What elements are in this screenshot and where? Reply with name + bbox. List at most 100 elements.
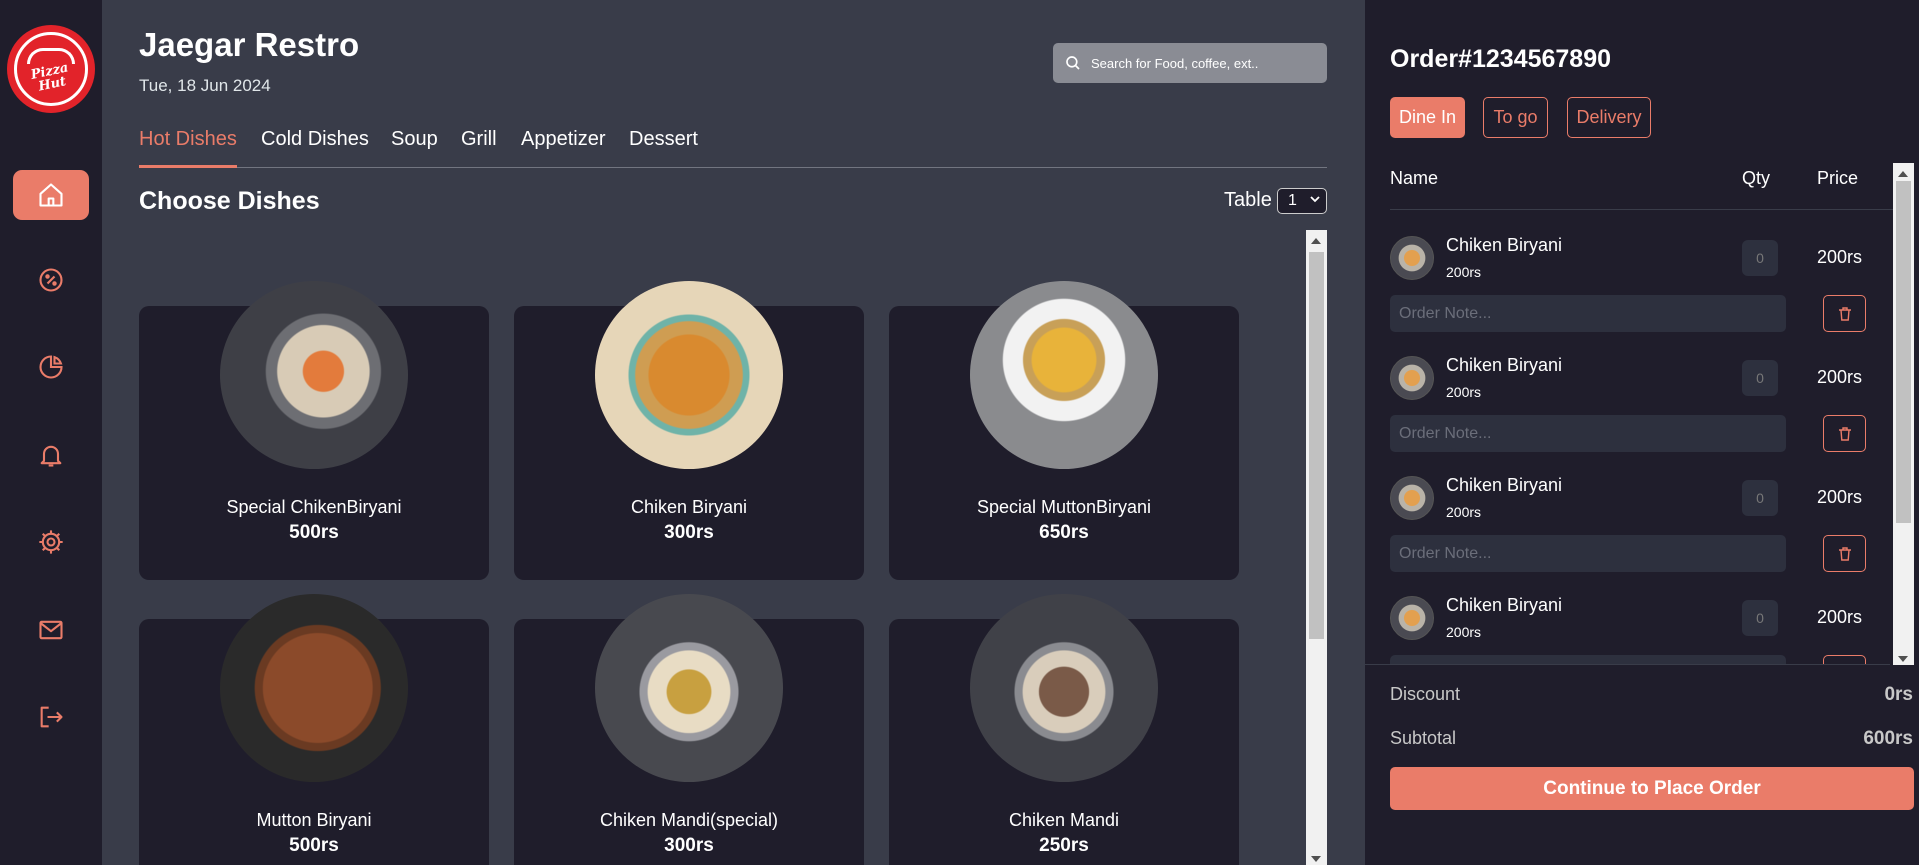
delete-item-button[interactable] [1823, 535, 1866, 572]
tab-grill[interactable]: Grill [461, 128, 497, 166]
to-go-button[interactable]: To go [1483, 97, 1548, 138]
item-total: 200rs [1817, 607, 1863, 627]
dish-price: 300rs [664, 522, 714, 543]
quantity-field[interactable]: 0 [1742, 240, 1778, 276]
delivery-button[interactable]: Delivery [1567, 97, 1651, 138]
mail-icon [39, 620, 63, 640]
tab-hot-dishes[interactable]: Hot Dishes [139, 128, 237, 168]
dish-price: 300rs [664, 835, 714, 856]
order-note-input[interactable] [1390, 655, 1786, 664]
quantity-field[interactable]: 0 [1742, 480, 1778, 516]
sidebar: Pizza Hut [0, 0, 102, 865]
nav-messages[interactable] [13, 605, 89, 655]
logo-ring: Pizza Hut [14, 32, 88, 106]
discount-icon [39, 268, 63, 292]
dish-card[interactable]: Chiken Mandi(special) 300rs [514, 594, 864, 865]
delete-item-button[interactable] [1823, 295, 1866, 332]
search-input[interactable] [1091, 55, 1311, 71]
order-title: Order#1234567890 [1390, 45, 1612, 73]
dish-image [970, 281, 1158, 469]
item-thumbnail [1390, 596, 1434, 640]
category-tabs: Hot Dishes Cold Dishes Soup Grill Appeti… [139, 128, 1327, 168]
order-note-input[interactable] [1390, 295, 1786, 332]
logout-icon [40, 706, 63, 728]
scroll-up-icon[interactable] [1311, 238, 1321, 244]
discount-value: 0rs [1884, 684, 1913, 705]
quantity-field[interactable]: 0 [1742, 600, 1778, 636]
order-scrollbar[interactable] [1893, 163, 1914, 665]
quantity-field[interactable]: 0 [1742, 360, 1778, 396]
delete-item-button[interactable] [1823, 415, 1866, 452]
search-box[interactable] [1053, 43, 1327, 83]
scroll-down-icon[interactable] [1311, 856, 1321, 862]
order-item: Chiken Biryani 200rs 0 200rs [1390, 340, 1895, 460]
subtotal-label: Subtotal [1390, 728, 1457, 748]
page-title: Jaegar Restro [139, 26, 360, 63]
order-note-input[interactable] [1390, 535, 1786, 572]
table-label: Table [1224, 189, 1272, 211]
gear-icon [39, 530, 63, 554]
table-value: 1 [1288, 192, 1297, 209]
tab-appetizer[interactable]: Appetizer [521, 128, 606, 166]
delete-item-button[interactable] [1823, 655, 1866, 664]
trash-icon [1838, 426, 1851, 441]
item-unit-price: 200rs [1446, 384, 1482, 400]
dish-name: Chiken Mandi [1008, 810, 1120, 830]
dish-price: 650rs [1039, 522, 1089, 543]
dine-in-button[interactable]: Dine In [1390, 97, 1465, 138]
scroll-up-icon[interactable] [1898, 171, 1908, 177]
dish-card[interactable]: Chiken Mandi 250rs [889, 594, 1239, 865]
nav-notifications[interactable] [13, 430, 89, 480]
item-unit-price: 200rs [1446, 264, 1482, 280]
nav-logout[interactable] [13, 692, 89, 742]
dish-card[interactable]: Chiken Biryani 300rs [514, 281, 864, 580]
pizza-hut-logo[interactable]: Pizza Hut [7, 25, 95, 113]
column-name: Name [1390, 168, 1439, 188]
tab-soup[interactable]: Soup [391, 128, 438, 166]
nav-home[interactable] [13, 170, 89, 220]
order-note-input[interactable] [1390, 415, 1786, 452]
item-unit-price: 200rs [1446, 504, 1482, 520]
table-select[interactable]: 1 [1277, 188, 1327, 214]
tab-dessert[interactable]: Dessert [629, 128, 698, 166]
nav-settings[interactable] [13, 517, 89, 567]
dishes-scrollbar[interactable] [1306, 230, 1327, 865]
dish-image [970, 594, 1158, 782]
dish-name: Special ChikenBiryani [226, 497, 402, 517]
item-total: 200rs [1817, 487, 1863, 507]
scroll-thumb[interactable] [1309, 252, 1324, 639]
home-icon [39, 183, 63, 207]
dish-image [595, 594, 783, 782]
dish-name: Chiken Biryani [630, 497, 748, 517]
dish-image [220, 281, 408, 469]
item-thumbnail [1390, 356, 1434, 400]
tab-cold-dishes[interactable]: Cold Dishes [261, 128, 369, 166]
chevron-down-icon [1310, 196, 1320, 203]
dish-card[interactable]: Mutton Biryani 500rs [139, 594, 489, 865]
bell-icon [40, 445, 62, 467]
dish-card[interactable]: Special ChikenBiryani 500rs [139, 281, 489, 580]
scroll-down-icon[interactable] [1898, 656, 1908, 662]
item-total: 200rs [1817, 367, 1863, 387]
place-order-button[interactable]: Continue to Place Order [1390, 767, 1914, 810]
dish-price: 500rs [289, 522, 339, 543]
order-item: Chiken Biryani 200rs 0 200rs [1390, 580, 1895, 664]
order-item: Chiken Biryani 200rs 0 200rs [1390, 220, 1895, 340]
item-name: Chiken Biryani [1446, 475, 1563, 495]
dish-price: 250rs [1039, 835, 1089, 856]
dish-card[interactable]: Special MuttonBiryani 650rs [889, 281, 1239, 580]
trash-icon [1838, 306, 1851, 321]
column-qty: Qty [1742, 168, 1771, 188]
pie-chart-icon [39, 355, 63, 379]
item-name: Chiken Biryani [1446, 355, 1563, 375]
section-title: Choose Dishes [139, 187, 320, 215]
dish-image [595, 281, 783, 469]
scroll-thumb[interactable] [1896, 181, 1911, 523]
main-content: Jaegar Restro Tue, 18 Jun 2024 Hot Dishe… [102, 0, 1365, 865]
search-icon [1066, 56, 1080, 70]
dish-name: Special MuttonBiryani [976, 497, 1152, 517]
nav-dashboard[interactable] [13, 342, 89, 392]
nav-discount[interactable] [13, 255, 89, 305]
logo-text: Pizza Hut [29, 59, 70, 95]
order-items-list: Chiken Biryani 200rs 0 200rs Chiken Biry… [1390, 210, 1895, 664]
